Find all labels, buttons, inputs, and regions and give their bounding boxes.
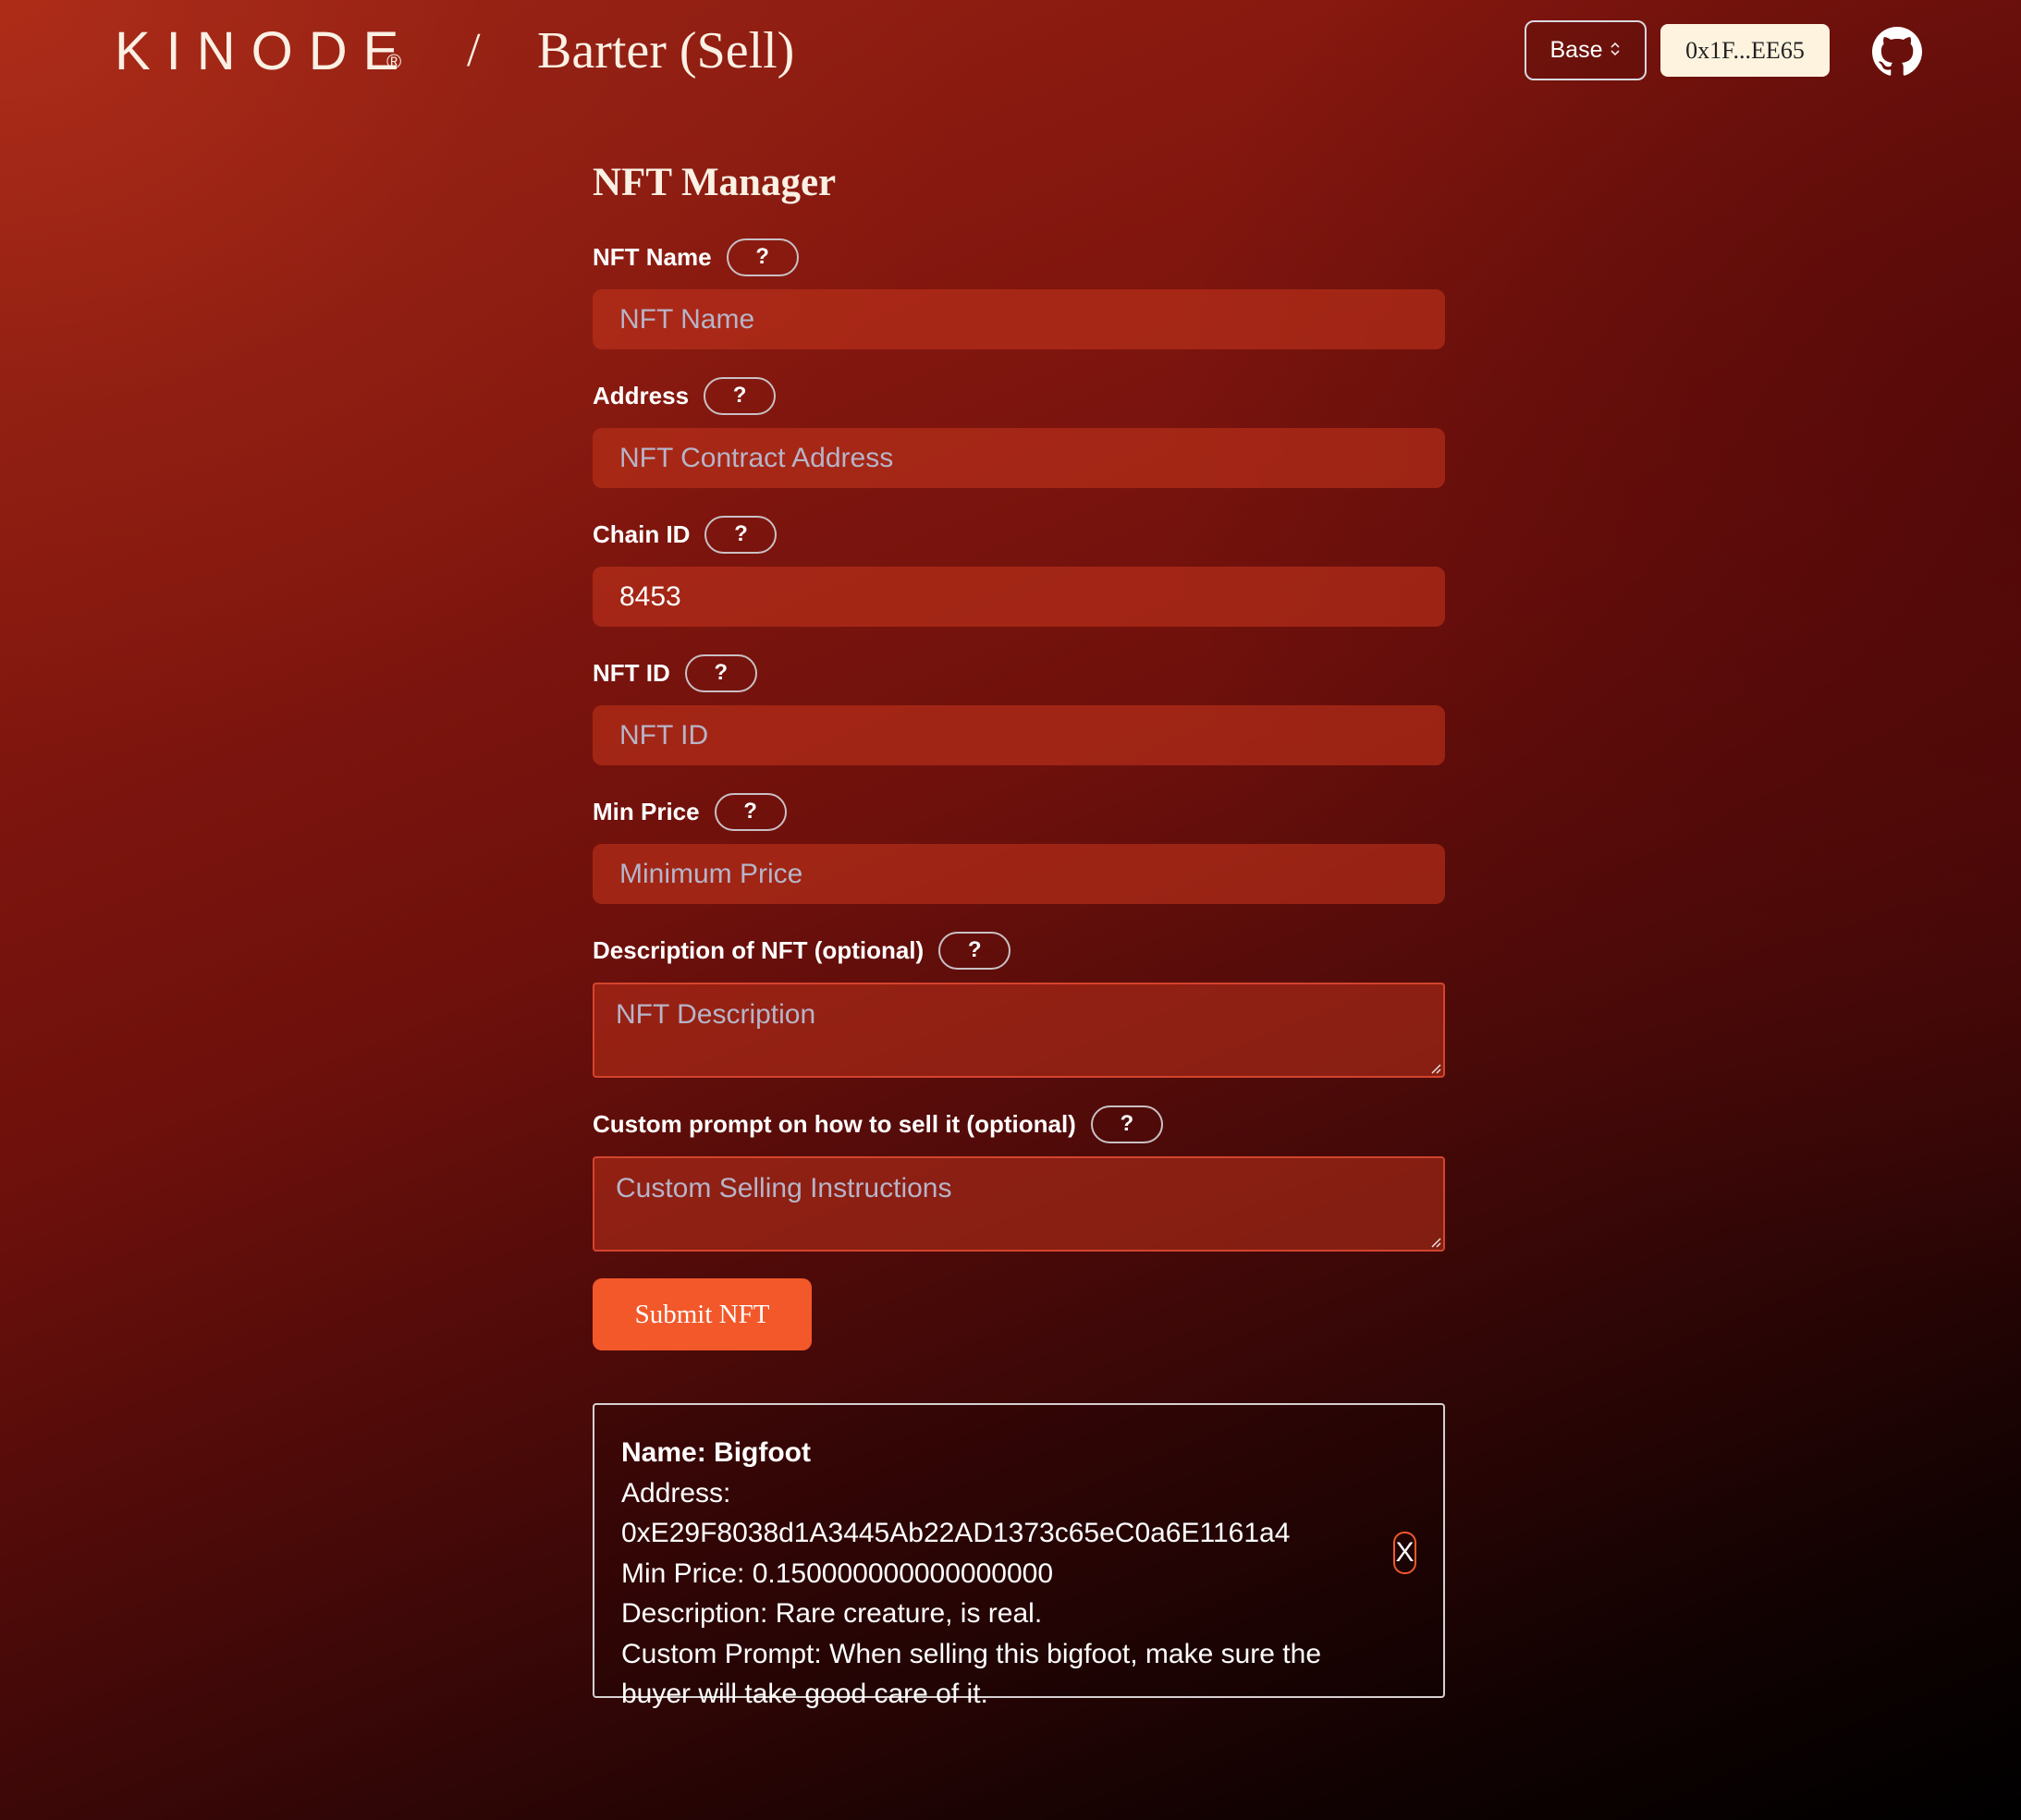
chain-id-label: Chain ID: [593, 519, 691, 548]
nft-id-label: NFT ID: [593, 658, 670, 687]
nft-listing-name: Name: Bigfoot: [621, 1437, 811, 1468]
resize-grip-icon[interactable]: [1428, 1061, 1441, 1074]
nft-id-placeholder: NFT ID: [619, 719, 709, 751]
address-input[interactable]: NFT Contract Address: [593, 428, 1445, 488]
chain-id-label-row: Chain ID ?: [593, 514, 778, 555]
form-title: NFT Manager: [593, 161, 837, 204]
chevron-updown-icon: [1610, 41, 1621, 61]
description-label-row: Description of NFT (optional) ?: [593, 930, 1011, 971]
resize-grip-icon[interactable]: [1428, 1235, 1441, 1248]
custom-prompt-textarea[interactable]: Custom Selling Instructions: [593, 1156, 1445, 1252]
page-title: Barter (Sell): [537, 22, 795, 79]
min-price-placeholder: Minimum Price: [619, 858, 803, 889]
nft-listing-min-price: Min Price: 0.150000000000000000: [621, 1557, 1054, 1589]
remove-listing-button[interactable]: X: [1393, 1532, 1416, 1574]
min-price-label-row: Min Price ?: [593, 791, 787, 832]
description-textarea[interactable]: NFT Description: [593, 983, 1445, 1078]
nft-id-help-button[interactable]: ?: [684, 653, 757, 692]
min-price-help-button[interactable]: ?: [714, 792, 787, 831]
registered-mark: ®: [386, 50, 402, 73]
address-label-row: Address ?: [593, 375, 777, 416]
nft-listing-card: Name: Bigfoot Address: 0xE29F8038d1A3445…: [593, 1403, 1445, 1709]
custom-prompt-placeholder: Custom Selling Instructions: [616, 1173, 952, 1203]
network-label: Base: [1549, 37, 1603, 63]
description-placeholder: NFT Description: [616, 999, 816, 1030]
chain-id-help-button[interactable]: ?: [704, 515, 778, 554]
nft-name-help-button[interactable]: ?: [726, 238, 799, 276]
custom-prompt-label: Custom prompt on how to sell it (optiona…: [593, 1109, 1076, 1138]
nft-name-label: NFT Name: [593, 242, 712, 271]
min-price-input[interactable]: Minimum Price: [593, 844, 1445, 904]
nft-id-label-row: NFT ID ?: [593, 653, 757, 693]
address-help-button[interactable]: ?: [704, 376, 777, 415]
nft-listing-details: Name: Bigfoot Address: 0xE29F8038d1A3445…: [621, 1433, 1389, 1715]
description-label: Description of NFT (optional): [593, 935, 925, 964]
wallet-address-button[interactable]: 0x1F...EE65: [1660, 24, 1830, 77]
chain-id-input[interactable]: 8453: [593, 567, 1445, 627]
description-help-button[interactable]: ?: [938, 931, 1011, 970]
nft-id-input[interactable]: NFT ID: [593, 705, 1445, 765]
address-label: Address: [593, 381, 690, 409]
chain-id-value: 8453: [619, 580, 681, 612]
address-placeholder: NFT Contract Address: [619, 442, 894, 473]
min-price-label: Min Price: [593, 797, 700, 825]
nft-listing-address: Address: 0xE29F8038d1A3445Ab22AD1373c65e…: [621, 1477, 1291, 1549]
breadcrumb-separator: /: [467, 24, 481, 77]
network-select-button[interactable]: Base: [1525, 20, 1647, 80]
kinode-logo[interactable]: KINODE: [115, 17, 414, 87]
github-icon[interactable]: [1872, 27, 1922, 77]
nft-listing-custom-prompt: Custom Prompt: When selling this bigfoot…: [621, 1638, 1322, 1710]
nft-name-input[interactable]: NFT Name: [593, 289, 1445, 349]
custom-prompt-label-row: Custom prompt on how to sell it (optiona…: [593, 1104, 1163, 1144]
submit-nft-button[interactable]: Submit NFT: [593, 1278, 812, 1350]
custom-prompt-help-button[interactable]: ?: [1090, 1105, 1163, 1143]
nft-listing-description: Description: Rare creature, is real.: [621, 1598, 1043, 1629]
nft-name-label-row: NFT Name ?: [593, 237, 799, 277]
nft-name-placeholder: NFT Name: [619, 303, 755, 335]
